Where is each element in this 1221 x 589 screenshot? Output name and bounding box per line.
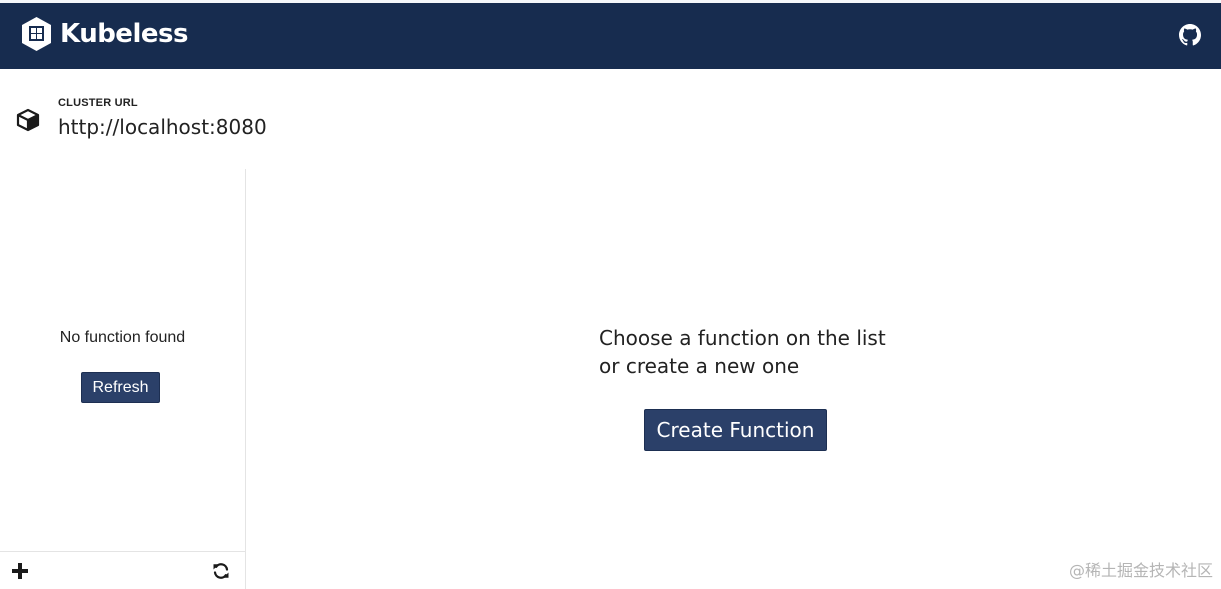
prompt-line-2: or create a new one	[599, 354, 800, 378]
watermark: @稀土掘金技术社区	[1068, 561, 1213, 580]
kubeless-logo-icon	[22, 17, 51, 51]
top-navbar: Kubeless	[0, 0, 1221, 69]
create-function-button[interactable]: Create Function	[644, 409, 827, 451]
brand-name: Kubeless	[60, 19, 188, 49]
sidebar-footer	[0, 551, 245, 589]
refresh-icon[interactable]	[212, 562, 230, 580]
cluster-info: CLUSTER URL http://localhost:8080	[0, 69, 1221, 169]
cube-icon	[16, 108, 40, 132]
cluster-url-value[interactable]: http://localhost:8080	[58, 115, 267, 139]
github-icon[interactable]	[1179, 24, 1201, 46]
refresh-button[interactable]: Refresh	[81, 372, 160, 403]
brand[interactable]: Kubeless	[20, 16, 188, 52]
app-page: Kubeless CLUSTER URL http://localhost:80…	[0, 0, 1221, 589]
empty-state-prompt: Choose a function on the list or create …	[599, 324, 886, 380]
prompt-line-1: Choose a function on the list	[599, 326, 886, 350]
no-function-message: No function found	[59, 329, 186, 346]
cluster-url-label: CLUSTER URL	[58, 97, 138, 109]
plus-icon[interactable]	[12, 563, 28, 579]
main-content: Choose a function on the list or create …	[247, 169, 1221, 589]
functions-sidebar: No function found Refresh	[0, 169, 246, 589]
